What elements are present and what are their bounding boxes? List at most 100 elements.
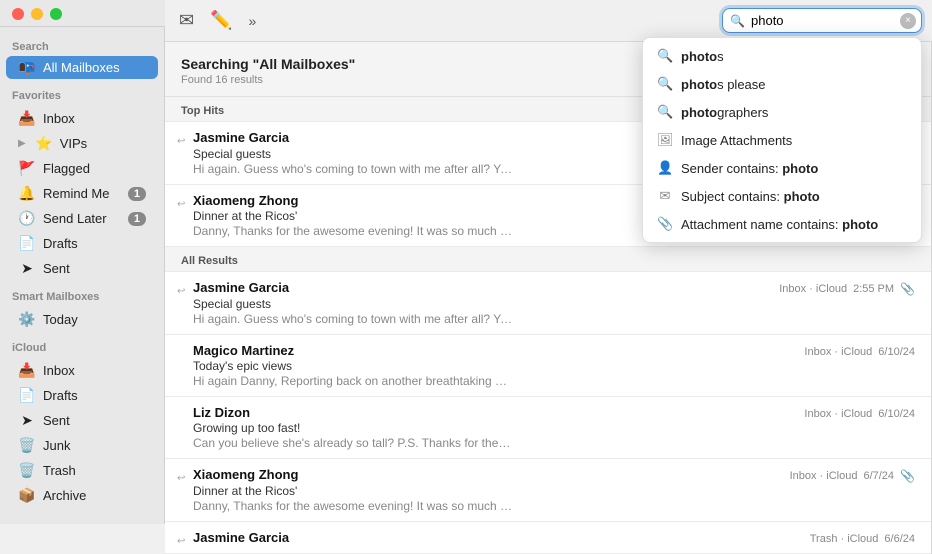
reply-arrow-icon: ↩ bbox=[177, 473, 185, 484]
sidebar-item-flagged[interactable]: 🚩 Flagged bbox=[6, 157, 158, 180]
mail-time: 6/7/24 bbox=[863, 470, 894, 482]
new-message-button[interactable]: ✉ bbox=[175, 6, 198, 35]
remind-me-icon: 🔔 bbox=[18, 185, 36, 202]
table-row[interactable]: ↩ Xiaomeng Zhong Inbox · iCloud 6/7/24 📎… bbox=[165, 459, 931, 522]
sidebar-item-icloud-trash[interactable]: 🗑️ Trash bbox=[6, 459, 158, 482]
remind-me-badge: 1 bbox=[128, 187, 146, 201]
sidebar-item-drafts[interactable]: 📄 Drafts bbox=[6, 232, 158, 255]
mail-meta: Inbox · iCloud 2:55 PM 📎 bbox=[779, 282, 915, 296]
sidebar-item-vips[interactable]: ▶ ⭐ VIPs bbox=[6, 132, 158, 155]
attachment-icon: 📎 bbox=[900, 282, 915, 296]
forward-button[interactable]: » bbox=[245, 9, 261, 33]
minimize-button[interactable] bbox=[31, 8, 43, 20]
mail-sender: Jasmine Garcia bbox=[193, 130, 289, 145]
mail-preview: Hi again Danny, Reporting back on anothe… bbox=[193, 374, 513, 388]
image-attachments-icon: 🖼 bbox=[657, 132, 673, 148]
sidebar-item-label: Sent bbox=[43, 261, 70, 276]
sidebar-item-label: Trash bbox=[43, 463, 76, 478]
mail-subject: Growing up too fast! bbox=[193, 421, 915, 435]
mail-subject: Dinner at the Ricos' bbox=[193, 484, 915, 498]
autocomplete-item-photos-please[interactable]: 🔍 photos please bbox=[643, 70, 921, 98]
sidebar-item-label: Inbox bbox=[43, 111, 75, 126]
sidebar-item-inbox[interactable]: 📥 Inbox bbox=[6, 107, 158, 130]
search-input[interactable] bbox=[722, 8, 922, 33]
today-icon: ⚙️ bbox=[18, 311, 36, 328]
sidebar-item-remind-me[interactable]: 🔔 Remind Me 1 bbox=[6, 182, 158, 205]
mail-preview: Hi again. Guess who's coming to town wit… bbox=[193, 162, 513, 176]
mail-location: Inbox · iCloud bbox=[779, 283, 847, 295]
reply-arrow-icon: ↩ bbox=[177, 136, 185, 147]
mail-time: 6/6/24 bbox=[884, 533, 915, 545]
mail-time: 6/10/24 bbox=[878, 346, 915, 358]
sidebar-item-icloud-archive[interactable]: 📦 Archive bbox=[6, 484, 158, 507]
compose-button[interactable]: ✏️ bbox=[206, 6, 236, 35]
icloud-label: iCloud bbox=[0, 332, 164, 358]
sidebar-item-today[interactable]: ⚙️ Today bbox=[6, 308, 158, 331]
search-clear-button[interactable]: × bbox=[900, 13, 916, 29]
mail-location: Inbox · iCloud bbox=[804, 346, 872, 358]
autocomplete-item-photographers[interactable]: 🔍 photographers bbox=[643, 98, 921, 126]
mail-sender: Magico Martinez bbox=[193, 343, 294, 358]
icloud-archive-icon: 📦 bbox=[18, 487, 36, 504]
table-row[interactable]: Liz Dizon Inbox · iCloud 6/10/24 Growing… bbox=[165, 397, 931, 459]
autocomplete-item-sender-contains[interactable]: 👤 Sender contains: photo bbox=[643, 154, 921, 182]
mail-item-header: Jasmine Garcia Trash · iCloud 6/6/24 bbox=[193, 530, 915, 545]
sidebar-item-label: Archive bbox=[43, 488, 86, 503]
reply-arrow-icon: ↩ bbox=[177, 286, 185, 297]
sidebar-item-icloud-sent[interactable]: ➤ Sent bbox=[6, 409, 158, 432]
attachment-icon: 📎 bbox=[900, 469, 915, 483]
sidebar-item-label: Sent bbox=[43, 413, 70, 428]
mail-location: Trash · iCloud bbox=[810, 533, 879, 545]
maximize-button[interactable] bbox=[50, 8, 62, 20]
mail-preview: Danny, Thanks for the awesome evening! I… bbox=[193, 224, 513, 238]
all-mailboxes-icon: 📭 bbox=[18, 59, 36, 76]
autocomplete-item-attachment-name[interactable]: 📎 Attachment name contains: photo bbox=[643, 210, 921, 238]
autocomplete-item-subject-contains[interactable]: ✉ Subject contains: photo bbox=[643, 182, 921, 210]
autocomplete-text: photos bbox=[681, 49, 724, 64]
autocomplete-text: photos please bbox=[681, 77, 766, 92]
mail-time: 6/10/24 bbox=[878, 408, 915, 420]
sidebar-item-label: Inbox bbox=[43, 363, 75, 378]
mail-preview: Can you believe she's already so tall? P… bbox=[193, 436, 513, 450]
sidebar-item-icloud-drafts[interactable]: 📄 Drafts bbox=[6, 384, 158, 407]
autocomplete-item-image-attachments[interactable]: 🖼 Image Attachments bbox=[643, 126, 921, 154]
mail-preview: Hi again. Guess who's coming to town wit… bbox=[193, 312, 513, 326]
table-row[interactable]: ↩ Jasmine Garcia Inbox · iCloud 2:55 PM … bbox=[165, 272, 931, 335]
table-row[interactable]: Magico Martinez Inbox · iCloud 6/10/24 T… bbox=[165, 335, 931, 397]
sidebar-item-label: Flagged bbox=[43, 161, 90, 176]
search-suggestion-icon: 🔍 bbox=[657, 76, 673, 92]
mail-sender: Jasmine Garcia bbox=[193, 530, 289, 545]
autocomplete-text: Image Attachments bbox=[681, 133, 792, 148]
sidebar-item-icloud-inbox[interactable]: 📥 Inbox bbox=[6, 359, 158, 382]
icloud-drafts-icon: 📄 bbox=[18, 387, 36, 404]
sidebar-search-label: Search bbox=[0, 35, 164, 55]
mail-subject: Special guests bbox=[193, 297, 915, 311]
close-button[interactable] bbox=[12, 8, 24, 20]
inbox-icon: 📥 bbox=[18, 110, 36, 127]
sidebar-item-icloud-junk[interactable]: 🗑️ Junk bbox=[6, 434, 158, 457]
mail-item-header: Liz Dizon Inbox · iCloud 6/10/24 bbox=[193, 405, 915, 420]
sender-icon: 👤 bbox=[657, 160, 673, 176]
table-row[interactable]: ↩ Jasmine Garcia Trash · iCloud 6/6/24 bbox=[165, 522, 931, 554]
toolbar: ✉ ✏️ » 🔍 × 🔍 photos 🔍 photos please 🔍 ph bbox=[165, 0, 932, 42]
sidebar-item-label: Drafts bbox=[43, 388, 78, 403]
mail-meta: Trash · iCloud 6/6/24 bbox=[810, 533, 915, 545]
sidebar-item-all-mailboxes[interactable]: 📭 All Mailboxes bbox=[6, 56, 158, 79]
sidebar-item-label: VIPs bbox=[60, 136, 87, 151]
autocomplete-text: photographers bbox=[681, 105, 768, 120]
vips-icon: ⭐ bbox=[35, 135, 53, 152]
mail-sender: Xiaomeng Zhong bbox=[193, 467, 298, 482]
sidebar-item-label: Junk bbox=[43, 438, 70, 453]
autocomplete-item-photos[interactable]: 🔍 photos bbox=[643, 42, 921, 70]
sent-icon: ➤ bbox=[18, 260, 36, 277]
mail-time: 2:55 PM bbox=[853, 283, 894, 295]
icloud-sent-icon: ➤ bbox=[18, 412, 36, 429]
sidebar-item-send-later[interactable]: 🕐 Send Later 1 bbox=[6, 207, 158, 230]
vip-arrow-icon: ▶ bbox=[18, 138, 26, 149]
sidebar-item-sent[interactable]: ➤ Sent bbox=[6, 257, 158, 280]
search-container: 🔍 × 🔍 photos 🔍 photos please 🔍 photograp… bbox=[722, 8, 922, 33]
subject-icon: ✉ bbox=[657, 188, 673, 204]
send-later-badge: 1 bbox=[128, 212, 146, 226]
mail-item-header: Magico Martinez Inbox · iCloud 6/10/24 bbox=[193, 343, 915, 358]
mail-preview: Danny, Thanks for the awesome evening! I… bbox=[193, 499, 513, 513]
